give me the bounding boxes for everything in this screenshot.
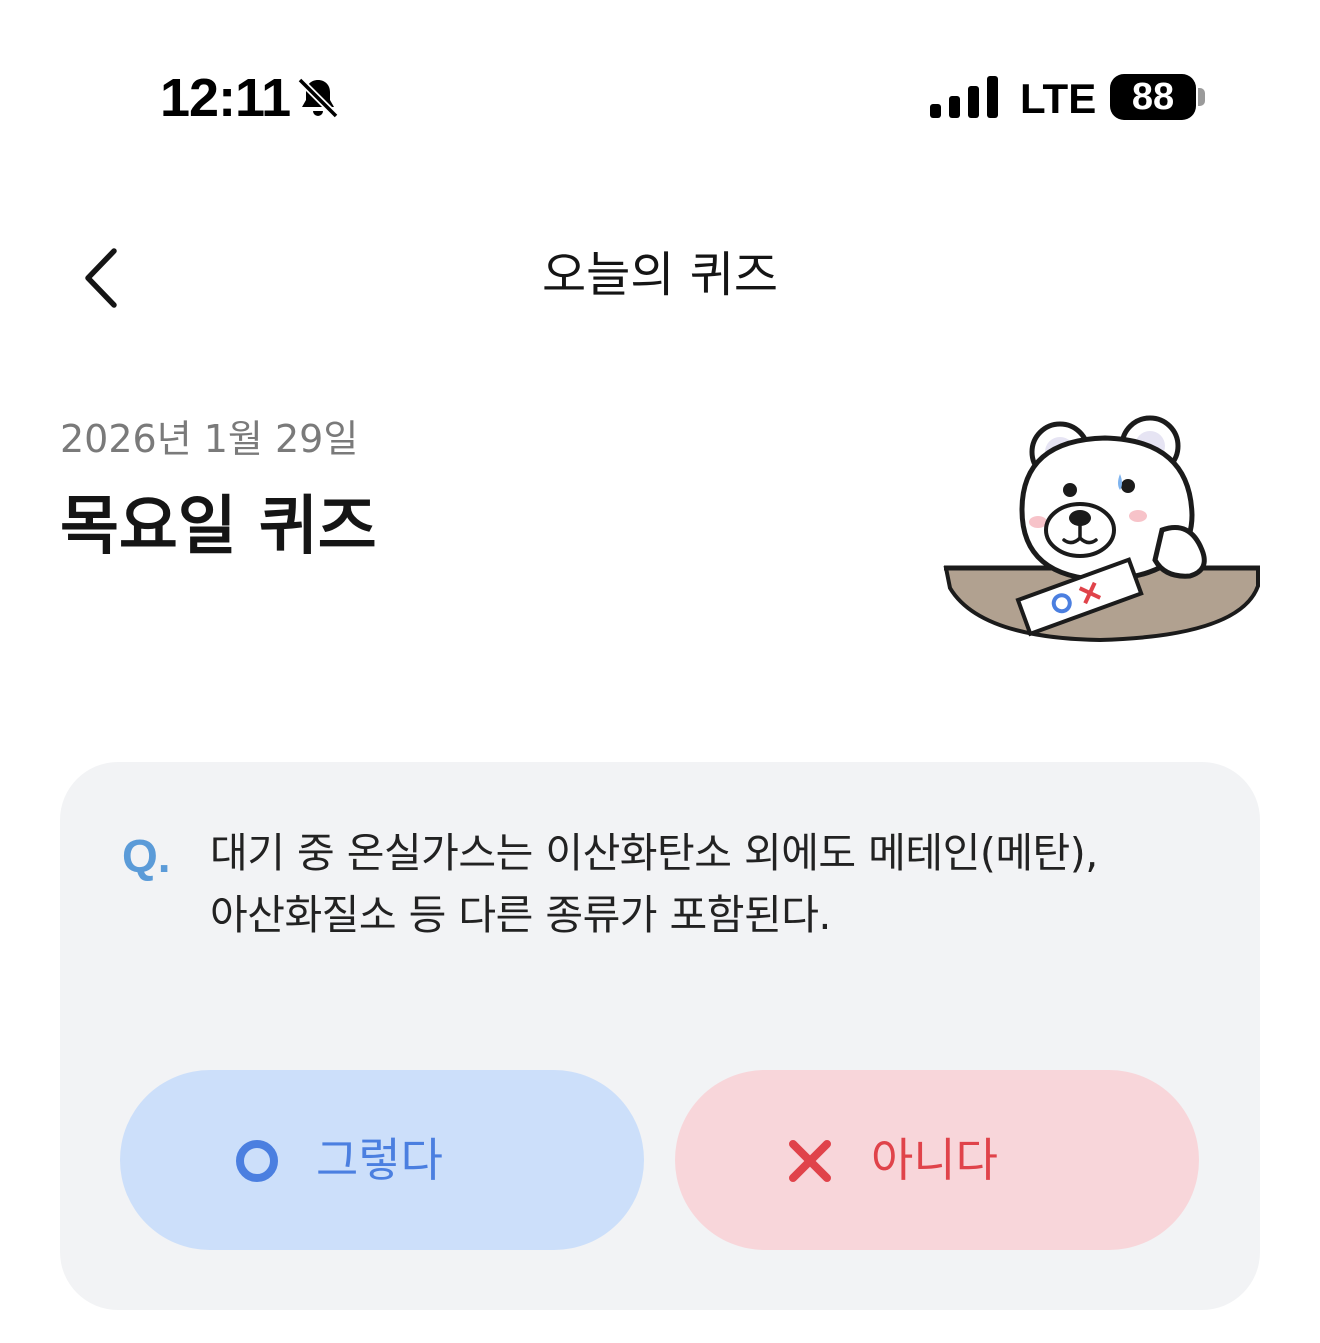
circle-o-icon bbox=[236, 1140, 278, 1182]
quiz-date: 2026년 1월 29일 bbox=[60, 417, 359, 461]
question-marker: Q. bbox=[122, 830, 171, 882]
network-type: LTE bbox=[1020, 75, 1097, 122]
cellular-signal-icon bbox=[930, 76, 998, 118]
quiz-title: 목요일 퀴즈 bbox=[60, 490, 377, 564]
answer-yes-button[interactable]: 그렇다 bbox=[120, 1070, 644, 1250]
quiz-screen: 12:11 LTE 88 오늘의 퀴즈 2026년 1월 29일 목요일 퀴즈 bbox=[0, 0, 1320, 1343]
nav-title: 오늘의 퀴즈 bbox=[541, 247, 779, 303]
polar-bear-quiz-illustration bbox=[943, 415, 1260, 643]
question-line-2: 아산화질소 등 다른 종류가 포함된다. bbox=[210, 891, 831, 939]
question-text: 대기 중 온실가스는 이산화탄소 외에도 메테인(메탄), 아산화질소 등 다른… bbox=[210, 822, 1210, 946]
answer-no-label: 아니다 bbox=[871, 1133, 998, 1187]
battery-cap bbox=[1198, 88, 1205, 106]
x-mark-icon bbox=[789, 1140, 831, 1182]
battery-level: 88 bbox=[1110, 74, 1196, 120]
question-line-1: 대기 중 온실가스는 이산화탄소 외에도 메테인(메탄), bbox=[210, 829, 1098, 877]
answer-no-button[interactable]: 아니다 bbox=[675, 1070, 1199, 1250]
status-time: 12:11 bbox=[160, 68, 291, 128]
bell-slash-icon bbox=[297, 77, 339, 119]
answer-yes-label: 그렇다 bbox=[316, 1133, 443, 1187]
